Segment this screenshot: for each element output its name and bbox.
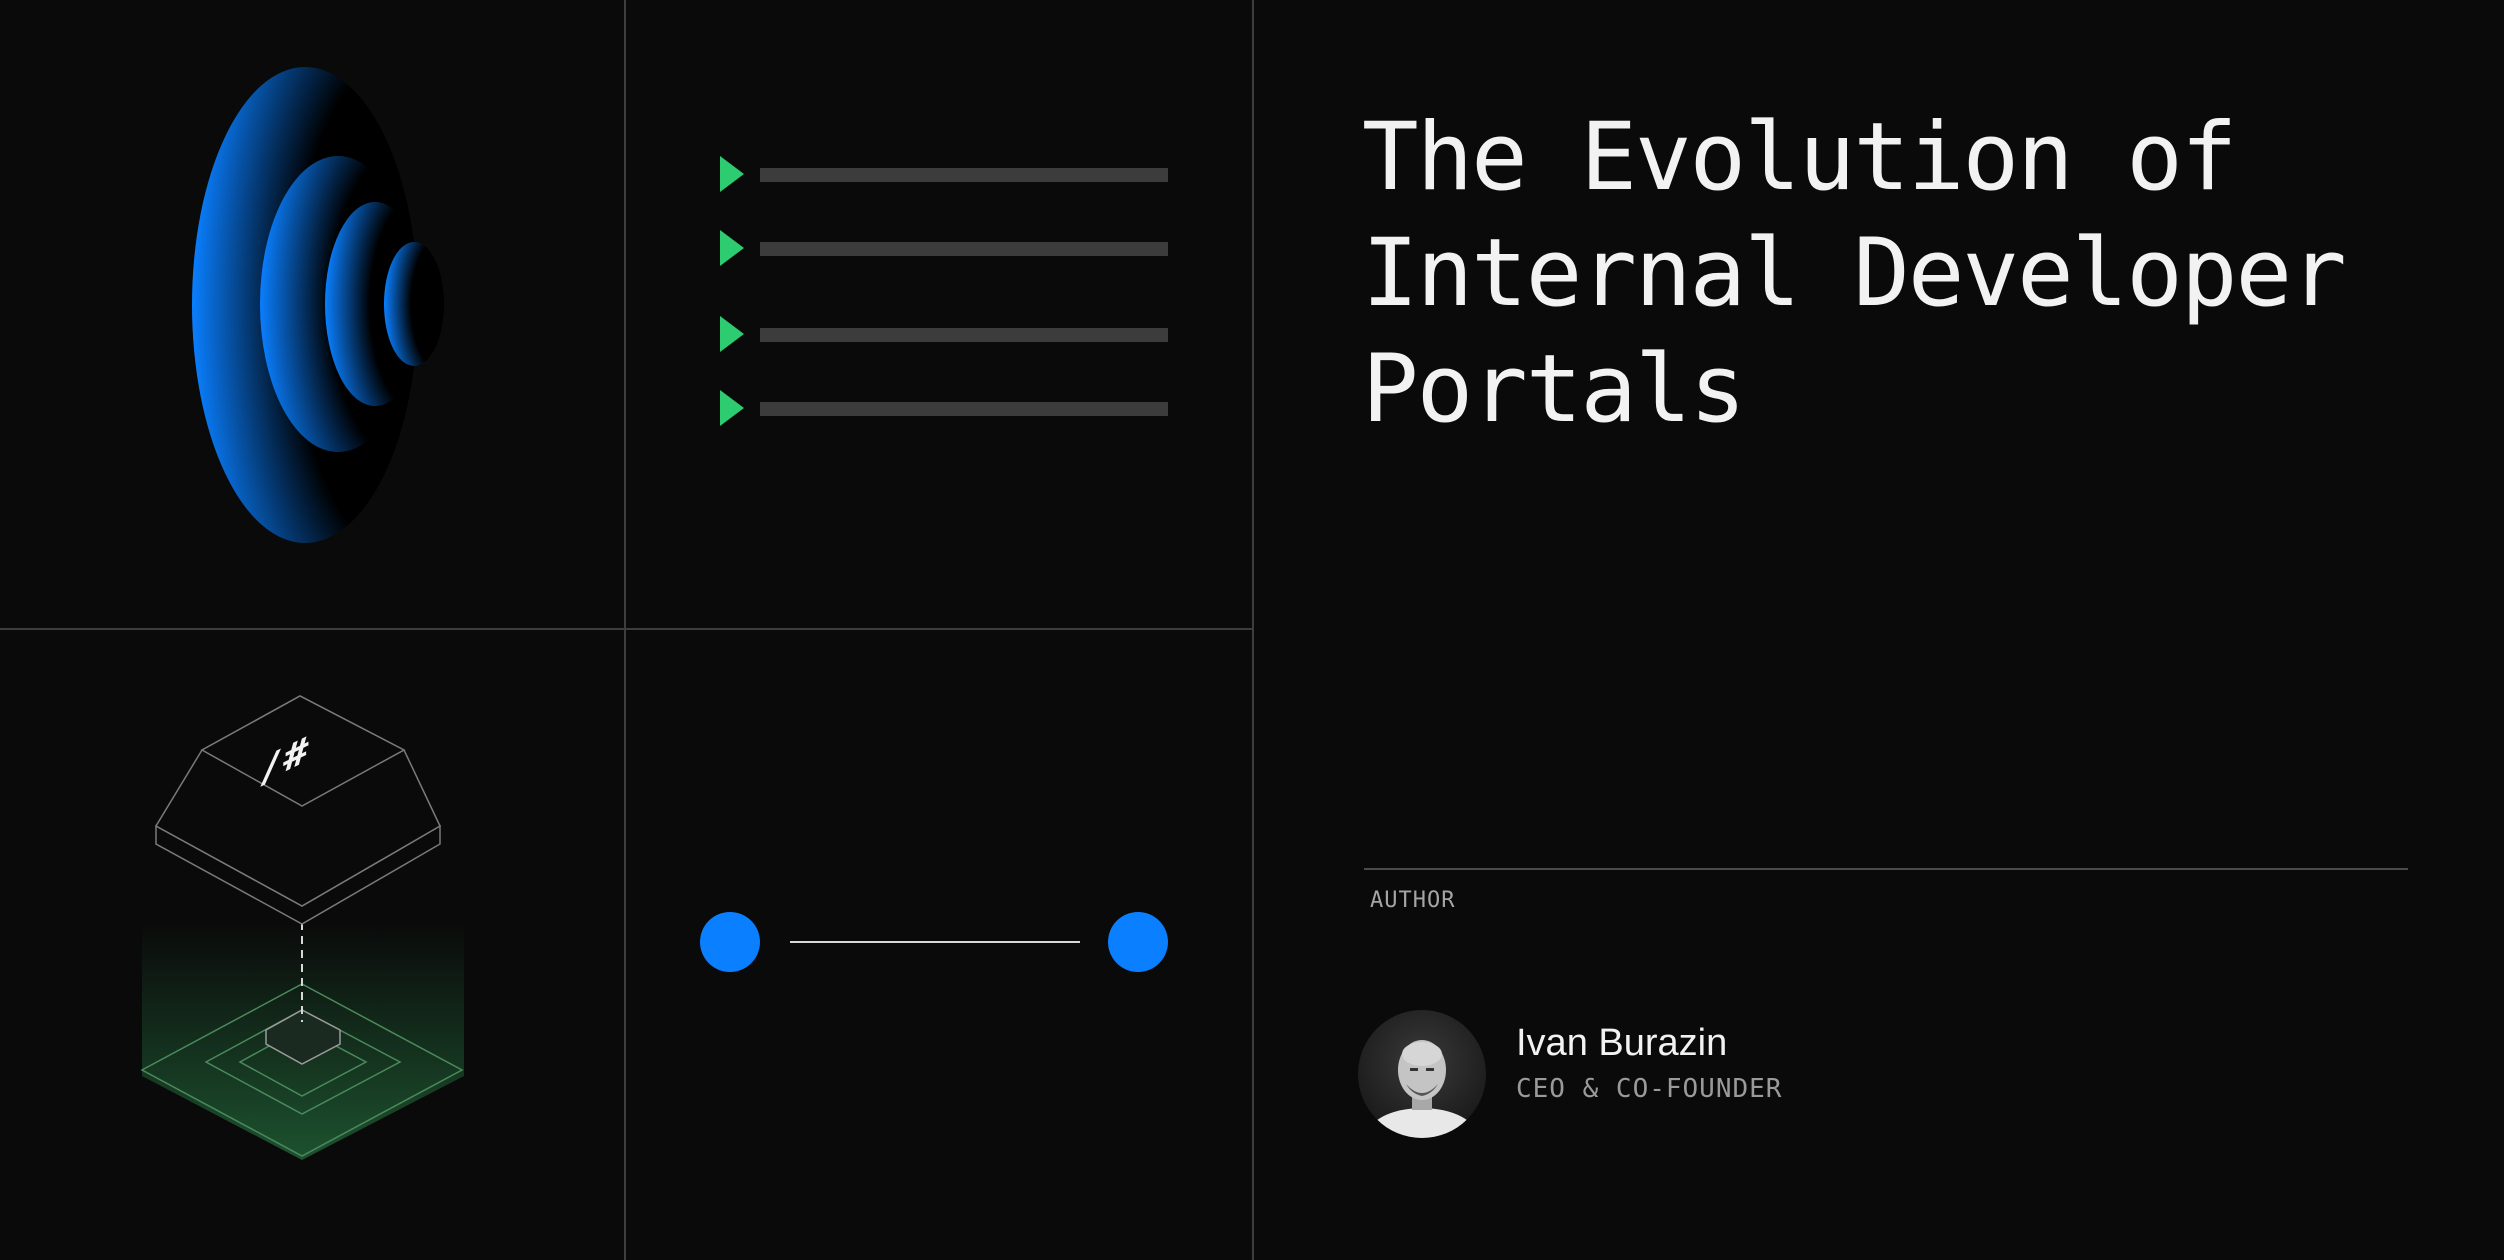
author-label: AUTHOR [1370,888,1456,913]
author-name: Ivan Burazin [1516,1022,1728,1064]
title-line: Portals [1362,335,1746,444]
author-role: CEO & CO-FOUNDER [1516,1074,1783,1104]
page-title: The Evolution of Internal Developer Port… [1362,100,2442,448]
title-line: Internal Developer [1362,219,2347,328]
avatar [1358,1010,1486,1138]
keycap-icon [140,695,464,1160]
connector-icon [700,912,1168,972]
concentric-rings-panel [0,0,624,628]
connector-panel [626,630,1252,1260]
play-list-icon [720,156,1168,426]
keycap-panel: /# [0,630,624,1260]
title-line: The Evolution of [1362,103,2237,212]
grid-divider-vertical-2 [1252,0,1254,1260]
author-divider [1364,868,2408,870]
concentric-rings-icon [192,67,444,543]
play-list-panel [626,0,1252,628]
